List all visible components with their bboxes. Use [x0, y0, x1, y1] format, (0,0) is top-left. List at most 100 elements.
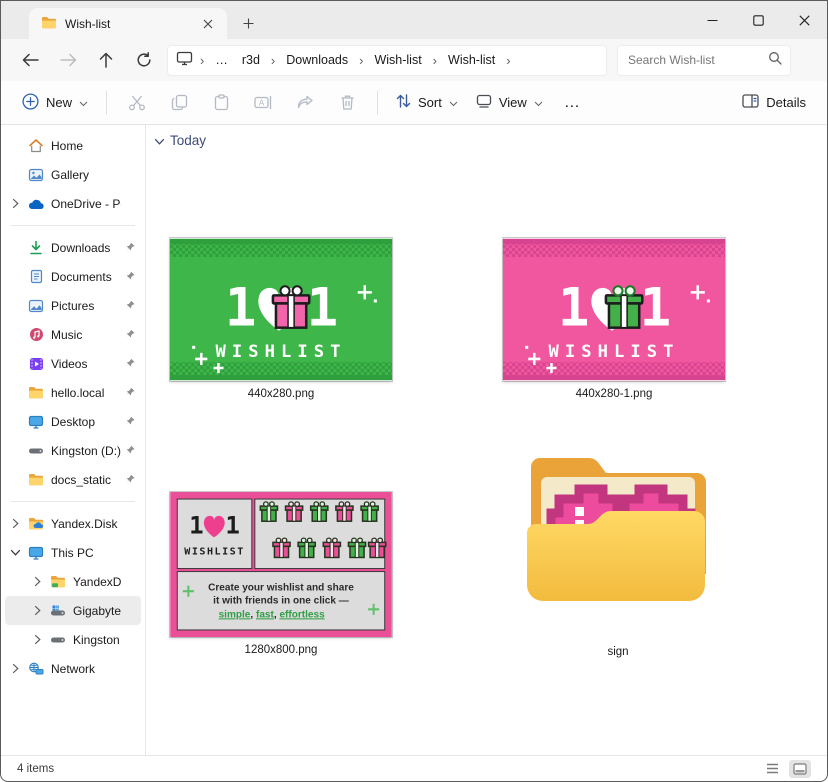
new-tab-button[interactable]	[235, 11, 261, 35]
view-button[interactable]: View	[467, 88, 552, 117]
pin-icon	[121, 473, 139, 486]
up-icon[interactable]	[87, 44, 125, 76]
sidebar-item-network[interactable]: Network	[5, 654, 141, 683]
chevron-right-icon[interactable]	[5, 663, 25, 674]
maximize-button[interactable]	[735, 1, 781, 39]
search-box[interactable]	[617, 45, 791, 76]
breadcrumb-ellipsis[interactable]: …	[211, 51, 232, 69]
chevron-right-icon[interactable]	[5, 198, 25, 209]
svg-text:1: 1	[225, 511, 240, 539]
sidebar-divider	[11, 501, 135, 502]
chevron-down-icon[interactable]	[5, 549, 25, 556]
sidebar-item-home[interactable]: Home	[5, 131, 141, 160]
sidebar-item-yandex-disk[interactable]: Yandex.Disk	[5, 509, 141, 538]
system-drive-icon	[47, 605, 69, 617]
svg-text:1: 1	[307, 278, 339, 339]
sidebar-item-gallery[interactable]: Gallery	[5, 160, 141, 189]
breadcrumb-chevron-icon: ›	[199, 53, 205, 68]
chevron-right-icon[interactable]	[27, 605, 47, 616]
breadcrumb-chevron-icon: ›	[358, 53, 364, 68]
sidebar-item-onedrive[interactable]: OneDrive - Persona	[5, 189, 141, 218]
sidebar-item-kingston-d[interactable]: Kingston (D:)	[5, 625, 141, 654]
copy-icon[interactable]	[158, 86, 200, 120]
details-button[interactable]: Details	[733, 88, 815, 117]
close-button[interactable]	[781, 1, 827, 39]
music-icon	[25, 327, 47, 342]
file-name: 440x280.png	[167, 388, 395, 400]
pin-icon	[121, 270, 139, 283]
breadcrumb-item-wishlist[interactable]: Wish-list	[370, 51, 425, 69]
file-name: 1280x800.png	[167, 644, 395, 656]
more-options-icon[interactable]: …	[552, 90, 593, 116]
navigation-bar: › … r3d › Downloads › Wish-list › Wish-l…	[1, 39, 827, 81]
share-icon[interactable]	[284, 86, 326, 120]
list-view-icon[interactable]	[761, 760, 783, 778]
home-icon	[25, 138, 47, 154]
chevron-right-icon[interactable]	[5, 518, 25, 529]
file-440x280[interactable]: 1 1 WISHLIST	[167, 238, 395, 400]
sidebar-item-pictures[interactable]: Pictures	[5, 291, 141, 320]
tab-title: Wish-list	[65, 17, 189, 31]
pin-icon	[121, 415, 139, 428]
sidebar-item-docs-static[interactable]: docs_static	[5, 465, 141, 494]
chevron-down-icon	[154, 133, 165, 148]
chevron-right-icon[interactable]	[27, 634, 47, 645]
breadcrumb-item-wishlist-2[interactable]: Wish-list	[444, 51, 499, 69]
pin-icon	[121, 444, 139, 457]
tab-close-icon[interactable]	[197, 13, 219, 35]
large-icons-view-icon[interactable]	[789, 760, 811, 778]
download-icon	[25, 240, 47, 255]
breadcrumb-item-r3d[interactable]: r3d	[238, 51, 264, 69]
sidebar-item-videos[interactable]: Videos	[5, 349, 141, 378]
paste-icon[interactable]	[200, 86, 242, 120]
items-count: 4 items	[17, 763, 54, 775]
sidebar-item-music[interactable]: Music	[5, 320, 141, 349]
search-input[interactable]	[626, 52, 768, 68]
pin-icon	[121, 328, 139, 341]
desktop-icon	[25, 415, 47, 429]
sort-button[interactable]: Sort	[387, 87, 467, 118]
sidebar-divider	[11, 225, 135, 226]
rename-icon[interactable]: A	[242, 86, 284, 120]
breadcrumb[interactable]: › … r3d › Downloads › Wish-list › Wish-l…	[167, 45, 607, 76]
sidebar-item-downloads[interactable]: Downloads	[5, 233, 141, 262]
explorer-tab[interactable]: Wish-list	[29, 8, 227, 39]
drive-icon	[47, 636, 69, 644]
breadcrumb-chevron-icon: ›	[270, 53, 276, 68]
folder-sign-icon	[515, 435, 721, 601]
sidebar-item-documents[interactable]: Documents	[5, 262, 141, 291]
sidebar-item-this-pc[interactable]: This PC	[5, 538, 141, 567]
command-toolbar: New A Sort	[1, 81, 827, 125]
sidebar-item-gigabyte-c[interactable]: Gigabyte (C:)	[5, 596, 141, 625]
group-header-today[interactable]: Today	[154, 133, 206, 148]
pin-icon	[121, 357, 139, 370]
cut-icon[interactable]	[116, 86, 158, 120]
sidebar-item-yandexdisk-folder[interactable]: YandexDisk	[5, 567, 141, 596]
folder-sign[interactable]: sign	[504, 435, 732, 658]
sidebar-item-desktop[interactable]: Desktop	[5, 407, 141, 436]
chevron-down-icon	[449, 95, 458, 110]
group-label: Today	[170, 133, 206, 148]
sidebar-item-kingston-pinned[interactable]: Kingston (D:)	[5, 436, 141, 465]
delete-icon[interactable]	[326, 86, 368, 120]
yandexdisk-folder-icon	[47, 575, 69, 588]
network-icon	[25, 662, 47, 676]
file-1280x800[interactable]: 1 1 WISHLIST Create your wishlist and sh…	[167, 492, 395, 656]
folder-icon	[25, 386, 47, 399]
thumbnail-1280x800: 1 1 WISHLIST Create your wishlist and sh…	[170, 492, 392, 637]
breadcrumb-item-downloads[interactable]: Downloads	[282, 51, 352, 69]
sidebar-item-hello-local[interactable]: hello.local	[5, 378, 141, 407]
forward-icon[interactable]	[49, 44, 87, 76]
new-button[interactable]: New	[13, 87, 97, 119]
back-icon[interactable]	[11, 44, 49, 76]
view-grid-icon	[476, 94, 492, 111]
file-list-area[interactable]: Today 1 1	[146, 125, 827, 755]
search-icon[interactable]	[768, 51, 782, 70]
onedrive-cloud-icon	[25, 198, 47, 210]
location-monitor-icon	[176, 51, 193, 69]
refresh-icon[interactable]	[125, 44, 163, 76]
file-440x280-1[interactable]: 1 1 WISHLIST	[500, 238, 728, 400]
chevron-right-icon[interactable]	[27, 576, 47, 587]
chevron-down-icon	[534, 95, 543, 110]
minimize-button[interactable]	[689, 1, 735, 39]
